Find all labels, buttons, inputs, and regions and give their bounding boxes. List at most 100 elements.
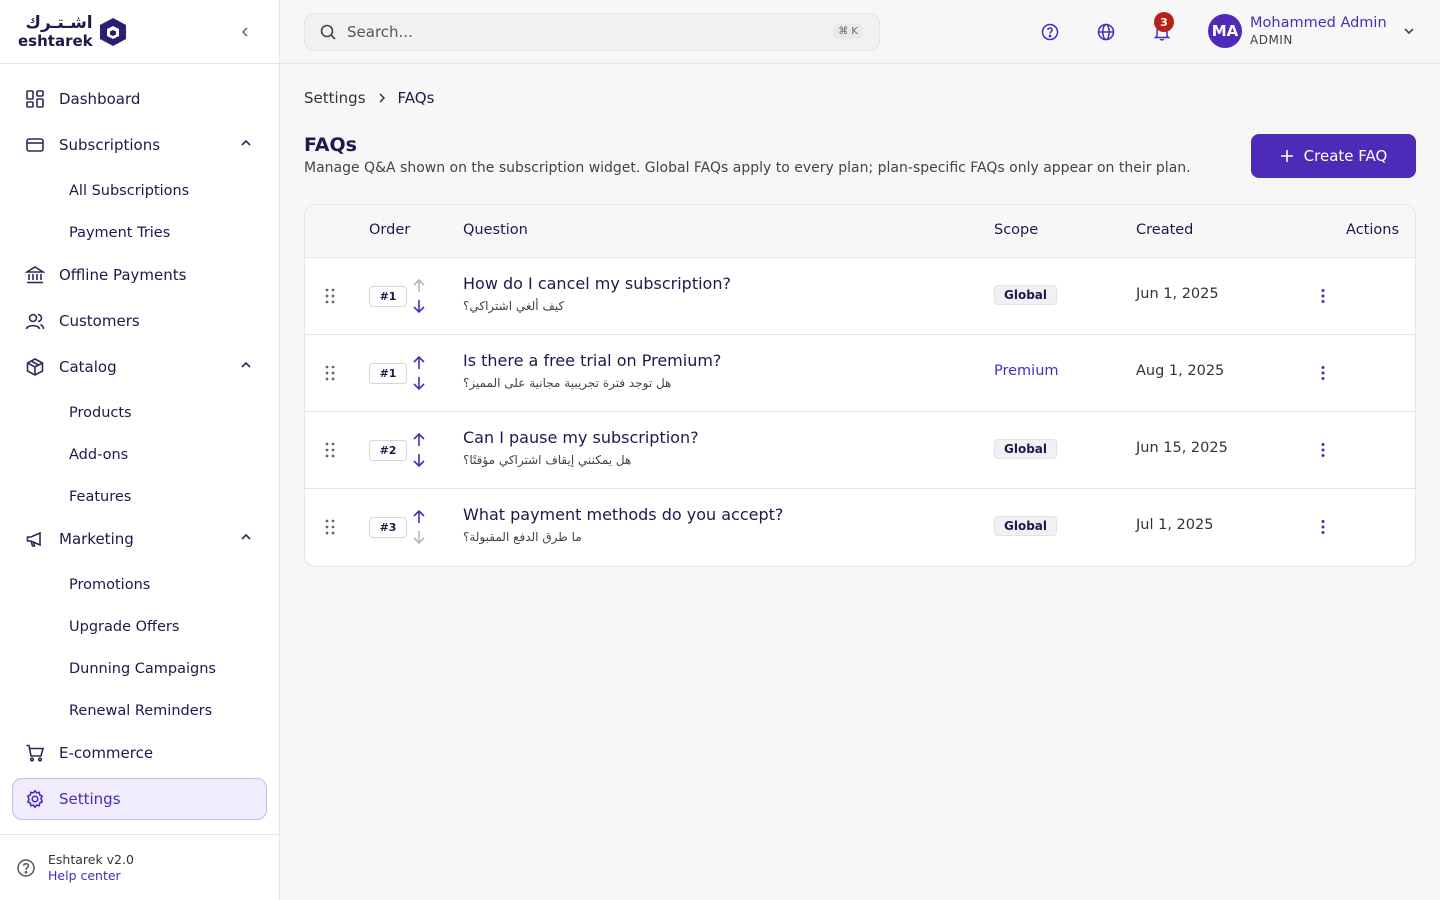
logo-area: اشـتـرك eshtarek [0,0,279,64]
order-badge: #1 [369,363,407,384]
question-text-ar: ما طرق الدفع المقبولة؟ [463,530,582,544]
user-menu[interactable]: MA Mohammed Admin ADMIN [1208,14,1417,48]
gear-icon [25,789,45,809]
more-vertical-icon[interactable] [1313,517,1333,537]
help-center-link[interactable]: Help center [48,868,134,884]
dashboard-icon [25,89,45,109]
create-faq-button[interactable]: Create FAQ [1251,134,1416,178]
more-vertical-icon[interactable] [1313,286,1333,306]
table-row: #2 Can I pause my subscription? هل يمكنن… [305,412,1415,489]
created-date: Jun 1, 2025 [1136,286,1219,302]
main-content: Settings FAQs FAQs Manage Q&A shown on t… [304,64,1416,567]
globe-icon[interactable] [1096,22,1116,42]
sidebar-item-offline-payments[interactable]: Offline Payments [12,254,267,296]
question-text-ar: هل توجد فترة تجريبية مجانية على المميز؟ [463,376,672,390]
arrow-down-icon[interactable] [411,375,427,391]
created-date: Aug 1, 2025 [1136,363,1225,379]
order-badge: #3 [369,517,407,538]
brand-logo[interactable]: اشـتـرك eshtarek [18,12,127,50]
column-scope: Scope [994,222,1039,238]
sidebar-item-dashboard[interactable]: Dashboard [12,78,267,120]
chevron-right-icon [379,93,385,103]
sidebar-item-upgrade-offers[interactable]: Upgrade Offers [12,606,267,648]
sidebar-item-products[interactable]: Products [12,392,267,434]
column-created: Created [1136,222,1194,238]
sidebar-item-catalog[interactable]: Catalog [12,346,267,388]
sidebar-item-label: Marketing [59,530,134,548]
arrow-up-icon[interactable] [411,278,427,294]
sidebar-item-features[interactable]: Features [12,476,267,518]
app-version: Eshtarek v2.0 [48,851,134,867]
created-date: Jun 15, 2025 [1136,440,1228,456]
scope-plan-link[interactable]: Premium [994,363,1059,379]
sidebar-item-label: E-commerce [59,744,154,762]
chevron-up-icon [241,139,251,146]
more-vertical-icon[interactable] [1313,440,1333,460]
table-header: Order Question Scope Created Actions [305,205,1415,258]
table-row: #1 Is there a free trial on Premium? هل … [305,335,1415,412]
table-row: #3 What payment methods do you accept? م… [305,489,1415,566]
question-text[interactable]: What payment methods do you accept? [463,505,783,524]
avatar: MA [1208,14,1242,48]
brand-name-ar: اشـتـرك [25,12,93,33]
search-icon [320,24,336,40]
arrow-down-icon[interactable] [411,452,427,468]
column-actions: Actions [1346,222,1399,238]
search-input[interactable] [347,23,807,41]
arrow-up-icon[interactable] [411,355,427,371]
user-name: Mohammed Admin [1250,15,1387,31]
sidebar-item-promotions[interactable]: Promotions [12,564,267,606]
question-text[interactable]: Is there a free trial on Premium? [463,351,721,370]
sidebar-item-dunning-campaigns[interactable]: Dunning Campaigns [12,648,267,690]
sidebar-item-payment-tries[interactable]: Payment Tries [12,212,267,254]
sidebar-item-subscriptions[interactable]: Subscriptions [12,124,267,166]
sidebar-item-e-commerce[interactable]: E-commerce [12,732,267,774]
sidebar-item-customers[interactable]: Customers [12,300,267,342]
sidebar-item-settings[interactable]: Settings [12,778,267,820]
drag-handle-icon[interactable] [323,518,337,536]
collapse-sidebar-button[interactable] [235,22,255,42]
drag-handle-icon[interactable] [323,441,337,459]
drag-handle-icon[interactable] [323,287,337,305]
arrow-down-icon[interactable] [411,529,427,545]
arrow-up-icon[interactable] [411,432,427,448]
question-text-ar: كيف ألغي اشتراكي؟ [463,299,565,313]
question-text[interactable]: Can I pause my subscription? [463,428,699,447]
megaphone-icon [25,529,45,549]
bank-icon [25,265,45,285]
table-row: #1 How do I cancel my subscription? كيف … [305,258,1415,335]
brand-mark-icon [99,17,126,46]
chevron-up-icon [241,361,251,368]
question-text[interactable]: How do I cancel my subscription? [463,274,731,293]
sidebar-footer: Eshtarek v2.0 Help center [0,834,279,900]
created-date: Jul 1, 2025 [1136,517,1214,533]
sidebar-item-all-subscriptions[interactable]: All Subscriptions [12,170,267,212]
cart-icon [25,743,45,763]
topbar: ⌘ K 3 MA Mohammed Admin ADMIN [280,0,1440,64]
arrow-up-icon[interactable] [411,509,427,525]
sidebar-nav: Dashboard Subscriptions All Subscription… [0,64,279,820]
user-role: ADMIN [1250,33,1293,47]
order-badge: #2 [369,440,407,461]
sidebar-item-label: Subscriptions [59,136,161,154]
sidebar: اشـتـرك eshtarek Dashboard Subscriptions [0,0,280,900]
brand-name-en: eshtarek [18,31,93,50]
help-icon[interactable] [1040,22,1060,42]
drag-handle-icon[interactable] [323,364,337,382]
sidebar-item-label: Dashboard [59,90,141,108]
column-order: Order [369,222,411,238]
order-badge: #1 [369,286,407,307]
sidebar-item-renewal-reminders[interactable]: Renewal Reminders [12,690,267,732]
more-vertical-icon[interactable] [1313,363,1333,383]
column-question: Question [463,222,528,238]
sidebar-item-add-ons[interactable]: Add-ons [12,434,267,476]
chevron-down-icon [1404,28,1414,35]
sidebar-item-label: Offline Payments [59,266,187,284]
question-text-ar: هل يمكنني إيقاف اشتراكي مؤقتًا؟ [463,453,632,467]
sidebar-item-marketing[interactable]: Marketing [12,518,267,560]
scope-badge: Global [994,285,1058,305]
breadcrumb-settings[interactable]: Settings [304,89,366,107]
users-icon [25,311,45,331]
arrow-down-icon[interactable] [411,298,427,314]
search-box[interactable]: ⌘ K [304,13,880,51]
